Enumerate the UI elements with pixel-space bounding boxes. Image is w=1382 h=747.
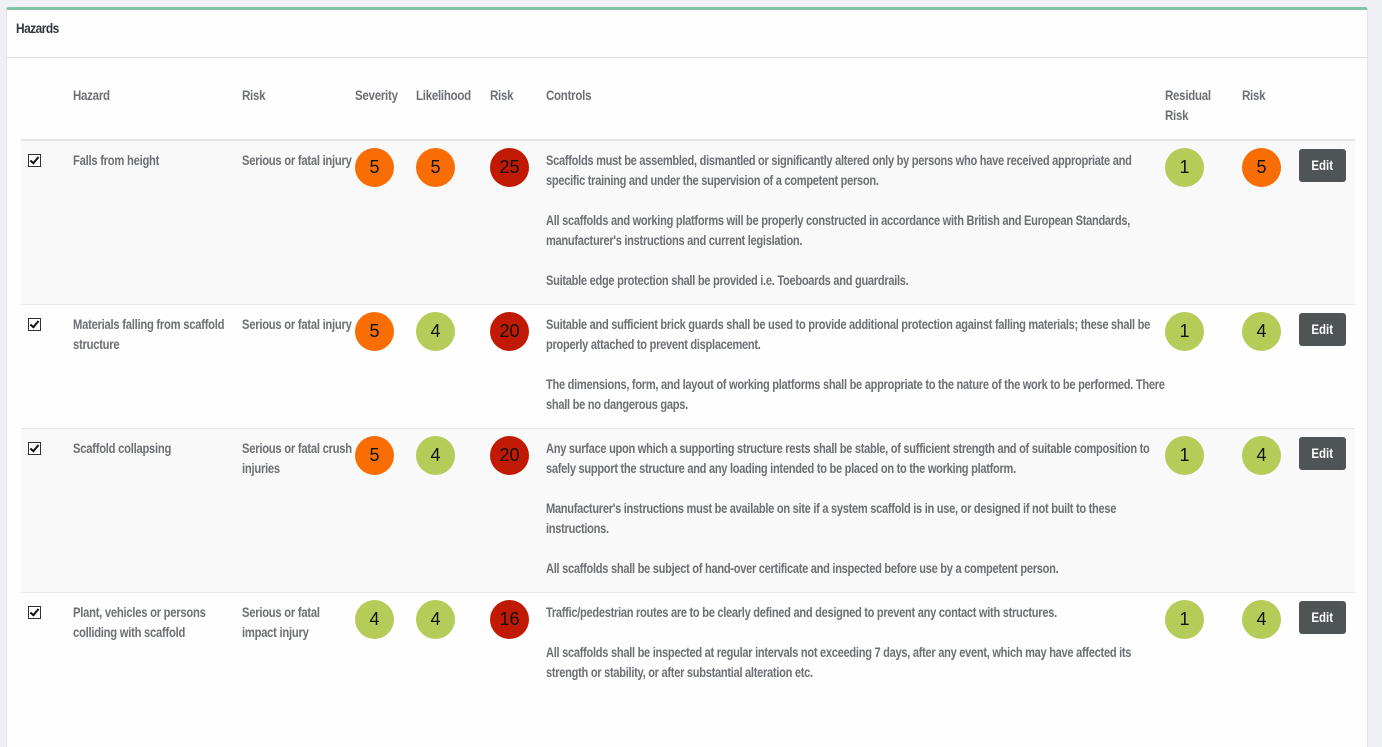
controls-list: Any surface upon which a supporting stru… (546, 438, 1167, 578)
row-checkbox[interactable] (28, 442, 41, 455)
controls-list: Scaffolds must be assembled, dismantled … (546, 150, 1167, 290)
likelihood-badge: 4 (416, 600, 455, 639)
table-row: Plant, vehicles or persons colliding wit… (21, 592, 1355, 696)
risk-score-badge: 20 (490, 436, 529, 475)
panel-header: Hazards (7, 10, 1367, 58)
hazards-panel: Hazards Hazard Risk Severity Likelihood … (6, 7, 1368, 747)
severity-badge: 5 (355, 436, 394, 475)
header-controls: Controls (546, 87, 592, 103)
table-row: Materials falling from scaffold structur… (21, 304, 1355, 429)
risk-description: Serious or fatal injury (242, 152, 352, 168)
control-paragraph: All scaffolds and working platforms will… (546, 212, 1130, 248)
severity-badge: 4 (355, 600, 394, 639)
edit-button-label: Edit (1311, 157, 1334, 173)
control-paragraph: Any surface upon which a supporting stru… (546, 440, 1150, 476)
table-row: Scaffold collapsing Serious or fatal cru… (21, 428, 1355, 593)
risk-score-badge: 16 (490, 600, 529, 639)
controls-list: Suitable and sufficient brick guards sha… (546, 314, 1167, 414)
header-select (21, 71, 73, 141)
panel-title: Hazards (16, 20, 59, 36)
edit-button-label: Edit (1311, 321, 1334, 337)
residual-risk-score-badge: 5 (1242, 148, 1281, 187)
row-checkbox[interactable] (28, 318, 41, 331)
risk-description: Serious or fatal impact injury (242, 604, 320, 640)
hazards-table: Hazard Risk Severity Likelihood Risk Con… (21, 71, 1355, 696)
header-risk-score: Risk (490, 87, 514, 103)
edit-button[interactable]: Edit (1299, 601, 1346, 634)
control-paragraph: All scaffolds shall be inspected at regu… (546, 644, 1132, 680)
likelihood-badge: 5 (416, 148, 455, 187)
risk-score-badge: 20 (490, 312, 529, 351)
residual-risk-score-badge: 4 (1242, 436, 1281, 475)
hazard-name: Plant, vehicles or persons colliding wit… (73, 604, 206, 640)
residual-risk-badge: 1 (1165, 436, 1204, 475)
control-paragraph: Traffic/pedestrian routes are to be clea… (546, 604, 1057, 620)
edit-button-label: Edit (1311, 609, 1334, 625)
header-risk: Risk (242, 87, 266, 103)
header-actions (1299, 71, 1355, 141)
risk-description: Serious or fatal injury (242, 316, 352, 332)
likelihood-badge: 4 (416, 312, 455, 351)
header-hazard: Hazard (73, 87, 110, 103)
risk-description: Serious or fatal crush injuries (242, 440, 352, 476)
residual-risk-badge: 1 (1165, 148, 1204, 187)
control-paragraph: Suitable and sufficient brick guards sha… (546, 316, 1150, 352)
header-severity: Severity (355, 87, 398, 103)
severity-badge: 5 (355, 148, 394, 187)
residual-risk-badge: 1 (1165, 600, 1204, 639)
edit-button[interactable]: Edit (1299, 437, 1346, 470)
hazard-name: Falls from height (73, 152, 160, 168)
risk-score-badge: 25 (490, 148, 529, 187)
hazard-name: Materials falling from scaffold structur… (73, 316, 225, 352)
control-paragraph: Suitable edge protection shall be provid… (546, 272, 909, 288)
controls-list: Traffic/pedestrian routes are to be clea… (546, 602, 1167, 682)
row-checkbox[interactable] (28, 606, 41, 619)
control-paragraph: Scaffolds must be assembled, dismantled … (546, 152, 1132, 188)
table-row: Falls from height Serious or fatal injur… (21, 139, 1355, 305)
severity-badge: 5 (355, 312, 394, 351)
row-checkbox[interactable] (28, 154, 41, 167)
likelihood-badge: 4 (416, 436, 455, 475)
header-residual-risk-score: Risk (1242, 87, 1266, 103)
edit-button[interactable]: Edit (1299, 149, 1346, 182)
table-header-row: Hazard Risk Severity Likelihood Risk Con… (21, 71, 1355, 141)
hazard-name: Scaffold collapsing (73, 440, 172, 456)
edit-button[interactable]: Edit (1299, 313, 1346, 346)
header-residual-risk: Residual Risk (1165, 87, 1211, 123)
edit-button-label: Edit (1311, 445, 1334, 461)
control-paragraph: The dimensions, form, and layout of work… (546, 376, 1165, 412)
residual-risk-score-badge: 4 (1242, 600, 1281, 639)
header-likelihood: Likelihood (416, 87, 471, 103)
residual-risk-score-badge: 4 (1242, 312, 1281, 351)
residual-risk-badge: 1 (1165, 312, 1204, 351)
control-paragraph: Manufacturer's instructions must be avai… (546, 500, 1117, 536)
control-paragraph: All scaffolds shall be subject of hand-o… (546, 560, 1059, 576)
